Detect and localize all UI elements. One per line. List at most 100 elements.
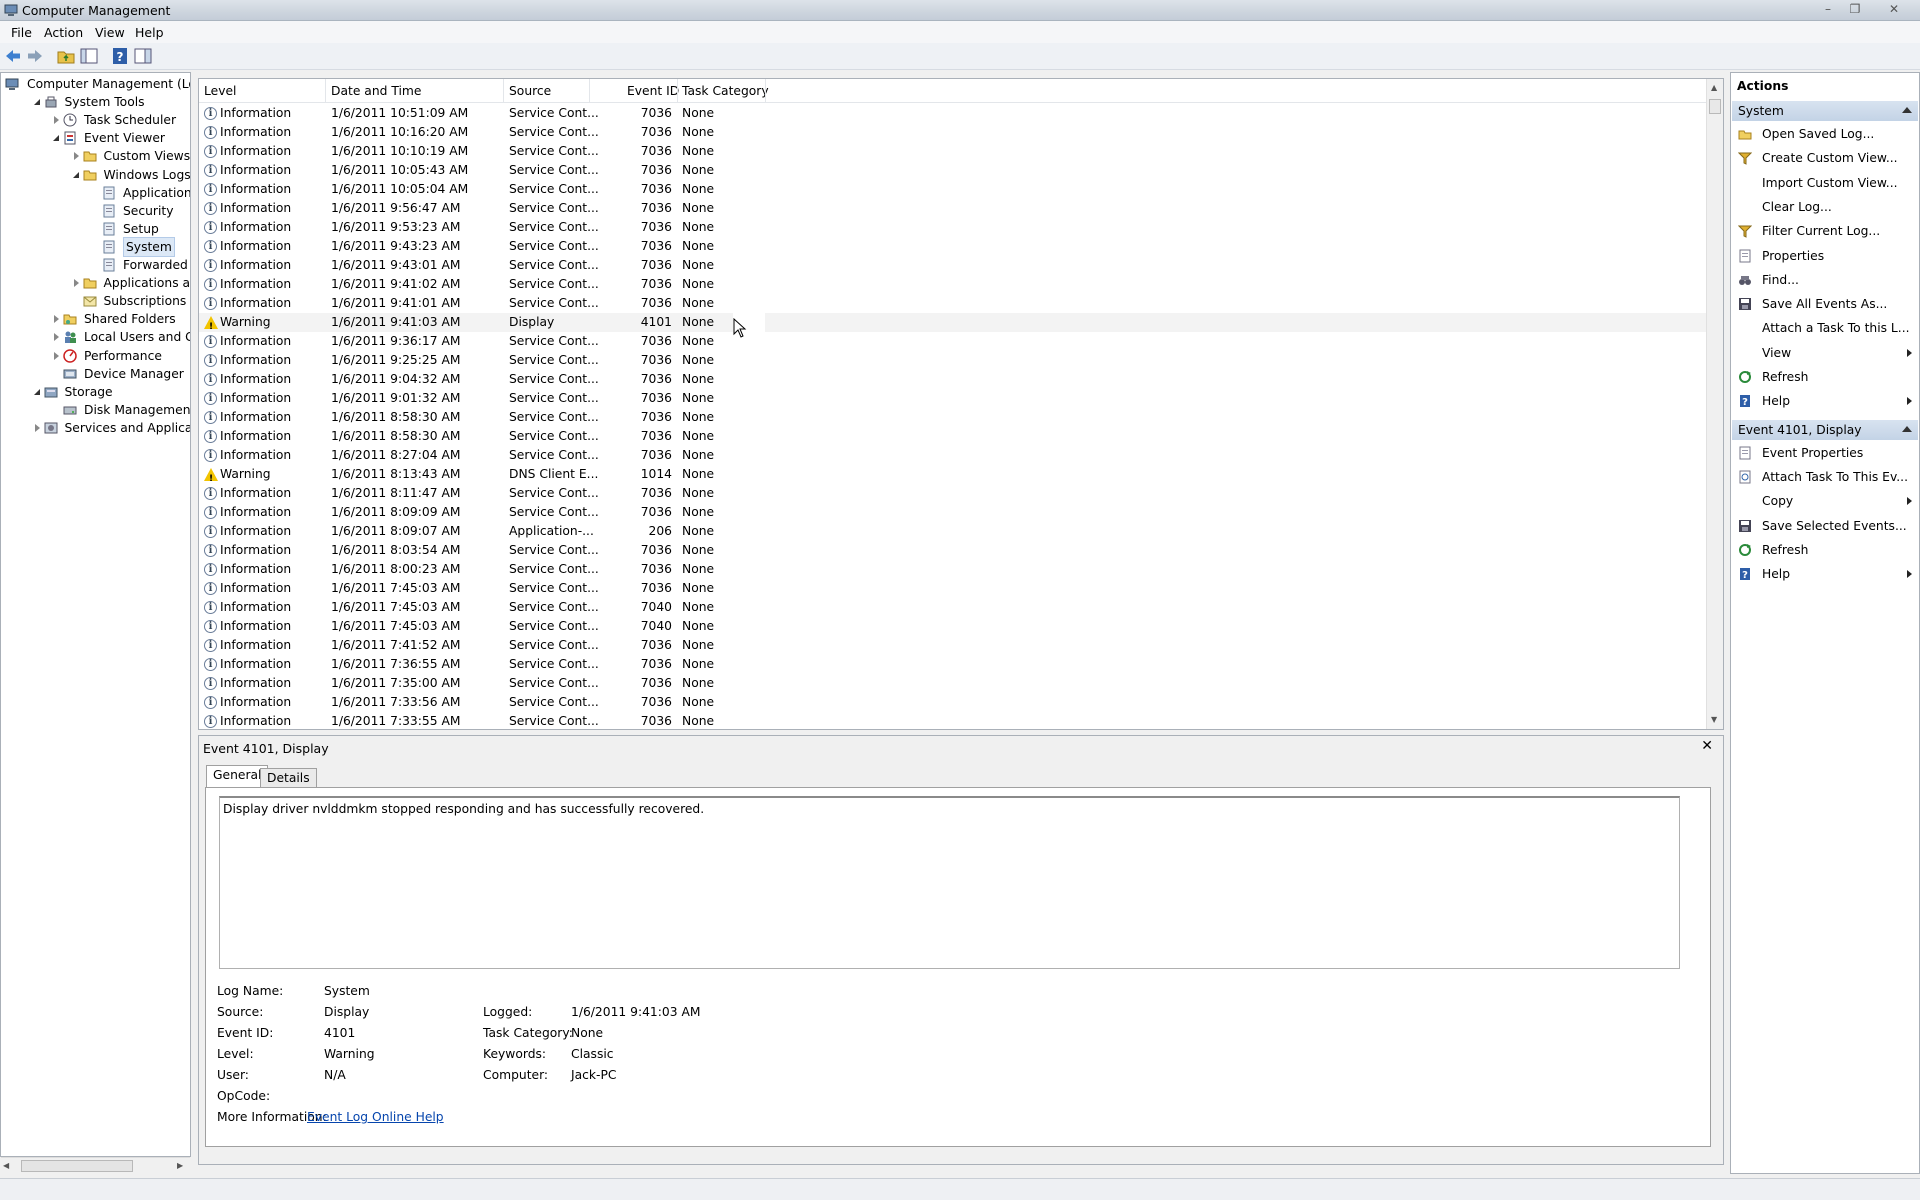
event-message-box[interactable]: Display driver nvlddmkm stopped respondi… — [219, 796, 1680, 969]
tree-node[interactable]: Security — [1, 202, 190, 220]
event-row[interactable]: i Information 1/6/2011 7:35:00 AM Service C… — [199, 674, 1706, 693]
collapse-arrow-icon[interactable] — [33, 388, 40, 395]
event-row[interactable]: i Information 1/6/2011 9:04:32 AM Service C… — [199, 370, 1706, 389]
help-icon[interactable]: ? — [111, 47, 129, 65]
event-row[interactable]: i Information 1/6/2011 7:45:03 AM Service C… — [199, 579, 1706, 598]
column-event-id[interactable]: Event ID — [627, 84, 679, 98]
collapse-arrow-icon[interactable] — [72, 171, 79, 178]
expand-arrow-icon[interactable] — [73, 279, 79, 288]
actions-section-header[interactable]: System — [1732, 101, 1918, 121]
tree-node[interactable]: Application — [1, 184, 190, 202]
event-row[interactable]: i Information 1/6/2011 8:09:09 AM Service C… — [199, 503, 1706, 522]
expand-arrow-icon[interactable] — [73, 152, 79, 161]
event-row[interactable]: i Information 1/6/2011 9:56:47 AM Service C… — [199, 199, 1706, 218]
action-item[interactable]: Open Saved Log... — [1732, 124, 1918, 144]
event-row[interactable]: i Information 1/6/2011 8:58:30 AM Service C… — [199, 427, 1706, 446]
tree-node[interactable]: Applications and Se — [1, 274, 190, 292]
action-item[interactable]: Attach Task To This Ev... — [1732, 467, 1918, 487]
tree-node[interactable]: Disk Management — [1, 401, 190, 419]
tree-node[interactable]: Computer Management (Local — [1, 75, 190, 93]
tree-node[interactable]: Custom Views — [1, 147, 190, 165]
expand-arrow-icon[interactable] — [54, 315, 59, 324]
show-hide-console-tree-icon[interactable] — [80, 47, 98, 65]
detail-close-icon[interactable]: ✕ — [1701, 738, 1713, 754]
event-log-online-help-link[interactable]: Event Log Online Help — [307, 1110, 444, 1124]
event-row[interactable]: i Information 1/6/2011 8:11:47 AM Service C… — [199, 484, 1706, 503]
back-arrow-icon[interactable] — [4, 47, 22, 65]
action-item[interactable]: Save Selected Events... — [1732, 516, 1918, 536]
event-row[interactable]: i Information 1/6/2011 9:53:23 AM Service C… — [199, 218, 1706, 237]
action-item[interactable]: Clear Log... — [1732, 197, 1918, 217]
tree-node[interactable]: Local Users and Groups — [1, 328, 190, 346]
event-row[interactable]: i Information 1/6/2011 9:01:32 AM Service C… — [199, 389, 1706, 408]
tree-horizontal-scrollbar[interactable]: ◀ ▶ — [1, 1157, 190, 1174]
restore-button[interactable]: ❐ — [1844, 1, 1866, 17]
title-bar[interactable]: Computer Management – ❐ ✕ — [0, 0, 1920, 21]
event-row[interactable]: i Information 1/6/2011 10:05:43 AM Service … — [199, 161, 1706, 180]
scroll-up-arrow-icon[interactable]: ▲ — [1711, 83, 1717, 92]
tree-node[interactable]: Device Manager — [1, 365, 190, 383]
scroll-right-arrow-icon[interactable]: ▶ — [177, 1161, 183, 1170]
event-row[interactable]: i Information 1/6/2011 7:45:03 AM Service C… — [199, 617, 1706, 636]
column-task-category[interactable]: Task Category — [682, 84, 769, 98]
action-item[interactable]: Event Properties — [1732, 443, 1918, 463]
event-row[interactable]: i Information 1/6/2011 7:33:56 AM Service C… — [199, 693, 1706, 712]
event-row[interactable]: i Information 1/6/2011 8:09:07 AM Applicati… — [199, 522, 1706, 541]
column-level[interactable]: Level — [204, 84, 236, 98]
event-row[interactable]: i Information 1/6/2011 7:41:52 AM Service C… — [199, 636, 1706, 655]
event-row[interactable]: i Information 1/6/2011 7:33:55 AM Service C… — [199, 712, 1706, 729]
console-tree[interactable]: Computer Management (Local System Tools Ta… — [0, 72, 191, 1157]
action-item[interactable]: ? Help — [1732, 391, 1918, 411]
event-row[interactable]: ! Warning 1/6/2011 8:13:43 AM DNS Client E.… — [199, 465, 1706, 484]
menu-view[interactable]: View — [95, 25, 125, 40]
expand-arrow-icon[interactable] — [54, 351, 59, 360]
action-item[interactable]: ? Help — [1732, 564, 1918, 584]
expand-arrow-icon[interactable] — [54, 333, 59, 342]
menu-action[interactable]: Action — [44, 25, 83, 40]
tree-scroll-thumb[interactable] — [21, 1160, 133, 1172]
event-row[interactable]: i Information 1/6/2011 8:27:04 AM Service C… — [199, 446, 1706, 465]
minimize-button[interactable]: – — [1817, 1, 1839, 17]
event-row[interactable]: i Information 1/6/2011 8:58:30 AM Service C… — [199, 408, 1706, 427]
tree-node[interactable]: Forwarded Event — [1, 256, 190, 274]
action-item[interactable]: Copy — [1732, 491, 1918, 511]
scroll-down-arrow-icon[interactable]: ▼ — [1711, 715, 1717, 724]
event-row[interactable]: i Information 1/6/2011 10:16:20 AM Service … — [199, 123, 1706, 142]
event-row[interactable]: i Information 1/6/2011 9:36:17 AM Service C… — [199, 332, 1706, 351]
event-row[interactable]: i Information 1/6/2011 9:25:25 AM Service C… — [199, 351, 1706, 370]
column-date-time[interactable]: Date and Time — [331, 84, 421, 98]
event-row[interactable]: i Information 1/6/2011 10:10:19 AM Service … — [199, 142, 1706, 161]
tree-node[interactable]: Services and Applications — [1, 419, 190, 437]
event-row[interactable]: ! Warning 1/6/2011 9:41:03 AM Display None 41… — [199, 313, 1706, 332]
event-row[interactable]: i Information 1/6/2011 10:51:09 AM Service … — [199, 104, 1706, 123]
tree-node[interactable]: System Tools — [1, 93, 190, 111]
action-item[interactable]: Attach a Task To this L... — [1732, 318, 1918, 338]
event-row[interactable]: i Information 1/6/2011 8:03:54 AM Service C… — [199, 541, 1706, 560]
collapse-arrow-icon[interactable] — [33, 99, 40, 106]
event-row[interactable]: i Information 1/6/2011 7:45:03 AM Service C… — [199, 598, 1706, 617]
collapse-arrow-icon[interactable] — [53, 135, 59, 142]
event-list-scroll-thumb[interactable] — [1709, 99, 1721, 114]
event-row[interactable]: i Information 1/6/2011 9:43:01 AM Service C… — [199, 256, 1706, 275]
menu-help[interactable]: Help — [135, 25, 164, 40]
event-row[interactable]: i Information 1/6/2011 7:36:55 AM Service C… — [199, 655, 1706, 674]
action-item[interactable]: Properties — [1732, 246, 1918, 266]
action-item[interactable]: Import Custom View... — [1732, 173, 1918, 193]
event-row[interactable]: i Information 1/6/2011 9:41:01 AM Service C… — [199, 294, 1706, 313]
collapse-section-icon[interactable] — [1902, 425, 1912, 432]
event-row[interactable]: i Information 1/6/2011 9:43:23 AM Service C… — [199, 237, 1706, 256]
action-item[interactable]: Refresh — [1732, 540, 1918, 560]
tree-node[interactable]: Setup — [1, 220, 190, 238]
event-list-vertical-scrollbar[interactable]: ▲ ▼ — [1706, 79, 1723, 729]
actions-section-header[interactable]: Event 4101, Display — [1732, 419, 1918, 440]
action-item[interactable]: Find... — [1732, 270, 1918, 290]
collapse-section-icon[interactable] — [1902, 107, 1912, 113]
tree-node[interactable]: Storage — [1, 383, 190, 401]
event-row[interactable]: i Information 1/6/2011 9:41:02 AM Service C… — [199, 275, 1706, 294]
action-item[interactable]: Filter Current Log... — [1732, 221, 1918, 241]
tree-node[interactable]: Task Scheduler — [1, 111, 190, 129]
tree-node[interactable]: Event Viewer — [1, 129, 190, 147]
column-source[interactable]: Source — [509, 84, 551, 98]
event-row[interactable]: i Information 1/6/2011 10:05:04 AM Service … — [199, 180, 1706, 199]
scroll-left-arrow-icon[interactable]: ◀ — [3, 1161, 9, 1170]
